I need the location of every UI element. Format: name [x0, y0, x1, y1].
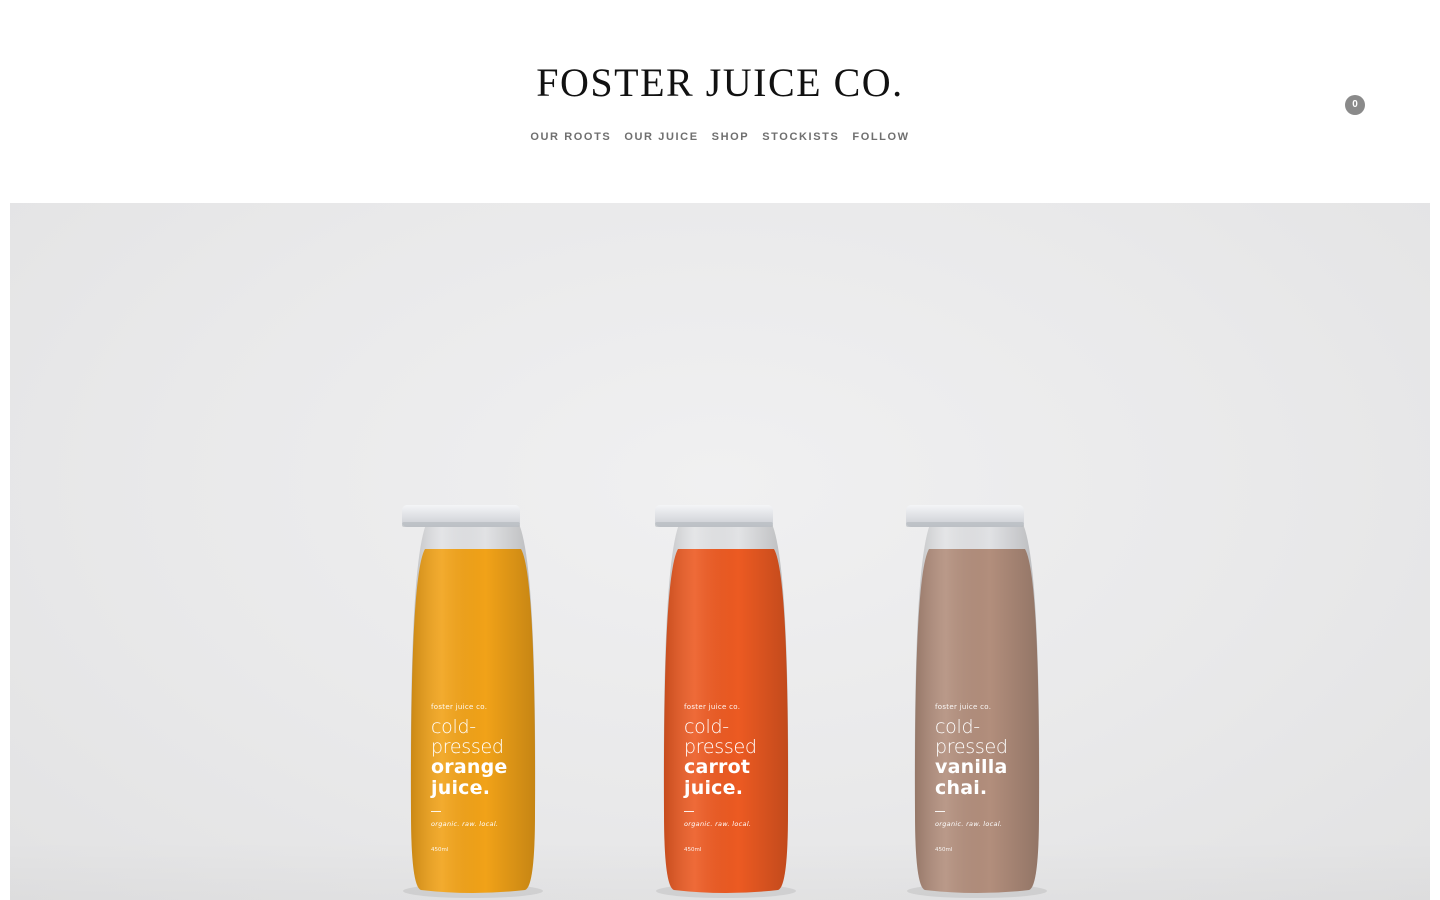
vanilla-chai-label: foster juice co. cold- pressed vanilla c… — [935, 703, 1045, 853]
nav-link-our-roots[interactable]: OUR ROOTS — [530, 130, 611, 144]
orange-juice-label: foster juice co. cold- pressed orange ju… — [431, 703, 541, 853]
label-line1: cold- — [935, 716, 980, 738]
site-header: FOSTER JUICE CO. OUR ROOTS OUR JUICE SHO… — [0, 0, 1440, 203]
label-divider — [431, 811, 441, 812]
label-divider — [935, 811, 945, 812]
label-line2: pressed — [935, 736, 1008, 758]
label-brand: foster juice co. — [684, 703, 741, 711]
label-divider — [684, 811, 694, 812]
label-line2: pressed — [684, 736, 757, 758]
label-line4: chai. — [935, 777, 988, 799]
label-tagline: organic. raw. local. — [431, 820, 499, 828]
label-line4: juice. — [684, 777, 744, 799]
nav-link-shop[interactable]: SHOP — [712, 130, 750, 144]
carrot-juice-label: foster juice co. cold- pressed carrot ju… — [684, 703, 794, 853]
label-line1: cold- — [431, 716, 476, 738]
site-title[interactable]: FOSTER JUICE CO. — [0, 58, 1440, 108]
label-tagline: organic. raw. local. — [684, 820, 752, 828]
main-nav: OUR ROOTS OUR JUICE SHOP STOCKISTS FOLLO… — [0, 130, 1440, 144]
label-line3: vanilla — [935, 756, 1008, 778]
label-line1: cold- — [684, 716, 729, 738]
label-line3: orange — [431, 756, 508, 778]
nav-link-our-juice[interactable]: OUR JUICE — [624, 130, 698, 144]
label-line2: pressed — [431, 736, 504, 758]
label-volume: 450ml — [935, 847, 953, 853]
label-volume: 450ml — [431, 847, 449, 853]
label-volume: 450ml — [684, 847, 702, 853]
nav-link-stockists[interactable]: STOCKISTS — [762, 130, 839, 144]
label-brand: foster juice co. — [431, 703, 488, 711]
label-brand: foster juice co. — [935, 703, 992, 711]
hero-image: foster juice co. cold- pressed orange ju… — [10, 203, 1430, 900]
nav-link-follow[interactable]: FOLLOW — [852, 130, 909, 144]
label-tagline: organic. raw. local. — [935, 820, 1003, 828]
label-line3: carrot — [684, 756, 751, 778]
label-line4: juice. — [431, 777, 491, 799]
cart-count-badge[interactable]: 0 — [1345, 95, 1365, 115]
